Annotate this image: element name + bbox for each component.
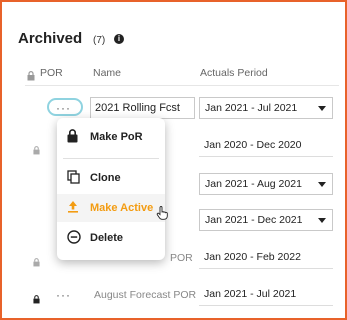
lock-icon <box>33 142 40 160</box>
table-row: Jan 2021 - Aug 2021 <box>0 171 347 198</box>
focus-ring <box>47 98 83 116</box>
column-header-actuals-period[interactable]: Actuals Period <box>200 67 268 79</box>
header-divider <box>25 85 339 86</box>
period-value: Jan 2021 - Aug 2021 <box>205 178 302 190</box>
actuals-period-select[interactable]: Jan 2021 - Dec 2021 <box>199 209 333 231</box>
section-count: (7) <box>93 35 106 46</box>
row-name: POR <box>170 252 193 264</box>
more-options-icon[interactable]: ··· <box>56 288 71 302</box>
table-row: Jan 2021 - Dec 2021 <box>0 207 347 234</box>
period-value: Jan 2020 - Dec 2020 <box>204 139 302 151</box>
row-context-menu: Make PoR Clone Make Active Delete <box>57 118 165 260</box>
table-row: POR Jan 2020 - Feb 2022 <box>0 245 347 272</box>
table-row: Jan 2020 - Dec 2020 <box>0 133 347 160</box>
actuals-period-select[interactable]: Jan 2021 - Aug 2021 <box>199 173 333 195</box>
menu-divider <box>63 158 159 159</box>
column-header-por[interactable]: POR <box>40 67 63 79</box>
chevron-down-icon[interactable] <box>318 182 326 187</box>
lock-icon <box>33 254 40 272</box>
menu-item-delete[interactable]: Delete <box>57 224 165 252</box>
actuals-period-value: Jan 2020 - Dec 2020 <box>199 135 333 157</box>
info-icon[interactable]: i <box>114 34 124 44</box>
menu-item-clone[interactable]: Clone <box>57 164 165 192</box>
section-title: Archived <box>18 30 83 47</box>
upload-icon <box>67 200 79 216</box>
period-value: Jan 2021 - Jul 2021 <box>205 102 298 114</box>
chevron-down-icon[interactable] <box>318 218 326 223</box>
menu-item-label: Delete <box>90 232 124 244</box>
menu-item-label: Make PoR <box>90 131 143 143</box>
screenshot-frame <box>0 0 347 320</box>
hand-cursor-icon <box>156 206 168 225</box>
copy-icon <box>67 170 80 187</box>
period-value: Jan 2021 - Dec 2021 <box>205 214 303 226</box>
lock-icon <box>67 129 78 146</box>
actuals-period-value: Jan 2020 - Feb 2022 <box>199 247 333 269</box>
menu-item-make-active[interactable]: Make Active <box>57 194 165 222</box>
menu-item-make-por[interactable]: Make PoR <box>57 123 165 151</box>
actuals-period-select[interactable]: Jan 2021 - Jul 2021 <box>199 97 333 119</box>
row-name: August Forecast POR <box>94 289 197 301</box>
name-field[interactable]: 2021 Rolling Fcst <box>90 97 195 119</box>
period-value: Jan 2021 - Jul 2021 <box>204 288 297 300</box>
lock-icon <box>27 68 35 86</box>
chevron-down-icon[interactable] <box>318 106 326 111</box>
menu-item-label: Clone <box>90 172 121 184</box>
table-row: ··· August Forecast POR Jan 2021 - Jul 2… <box>0 282 347 309</box>
minus-circle-icon <box>67 230 81 247</box>
menu-item-label: Make Active <box>90 202 154 214</box>
lock-icon <box>33 291 40 309</box>
column-header-name[interactable]: Name <box>93 67 121 79</box>
period-value: Jan 2020 - Feb 2022 <box>204 251 301 263</box>
actuals-period-value: Jan 2021 - Jul 2021 <box>199 284 333 306</box>
